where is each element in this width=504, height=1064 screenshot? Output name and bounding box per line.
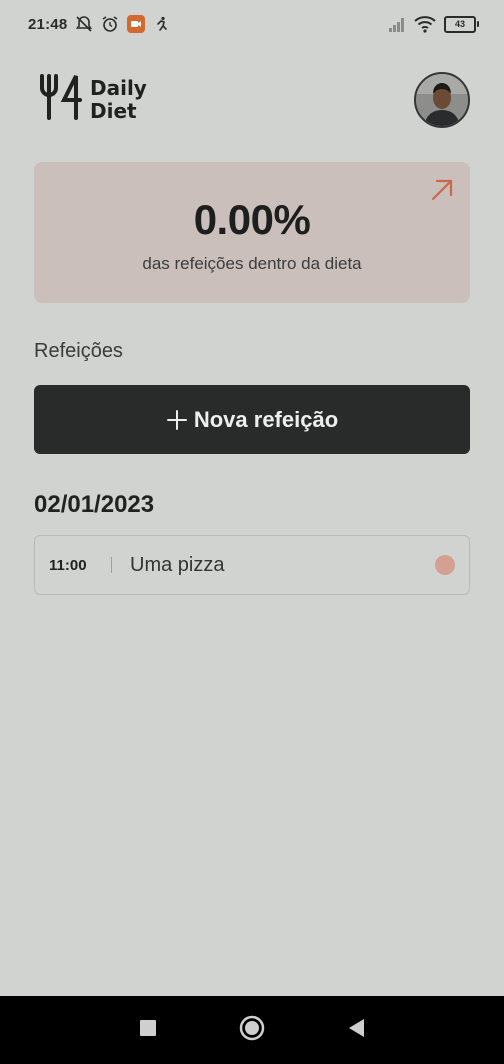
diet-stats-card[interactable]: 0.00% das refeições dentro da dieta: [34, 162, 470, 303]
meal-status-indicator: [435, 555, 455, 575]
run-icon: [153, 15, 171, 33]
meal-list-item[interactable]: 11:00 Uma pizza: [34, 535, 470, 595]
app-screen: 21:48 43 Daily Diet 0.00% das refeições …: [0, 0, 504, 1064]
status-left: 21:48: [28, 15, 171, 33]
system-nav-bar: [0, 996, 504, 1064]
fork-knife-icon: [38, 74, 82, 125]
battery-level: 43: [454, 19, 465, 29]
home-button[interactable]: [239, 1015, 265, 1046]
new-meal-label: Nova refeição: [193, 406, 339, 432]
meals-section-title: Refeições: [34, 340, 123, 362]
meal-time: 11:00: [49, 556, 87, 574]
battery-icon: 43: [444, 15, 479, 33]
logo-line1: Daily: [90, 75, 147, 100]
diet-percentage: 0.00%: [193, 196, 311, 243]
recents-button[interactable]: [139, 1019, 157, 1042]
status-time: 21:48: [28, 15, 68, 33]
logo-line2: Diet: [90, 98, 137, 123]
wifi-icon: [414, 15, 436, 33]
arrow-up-right-icon[interactable]: [428, 176, 456, 204]
diet-percentage-caption: das refeições dentro da dieta: [142, 254, 362, 273]
logo-text: Daily Diet: [90, 75, 147, 123]
app-logo: Daily Diet: [38, 74, 147, 125]
meal-name: Uma pizza: [130, 553, 225, 576]
user-avatar[interactable]: [414, 72, 470, 128]
video-app-icon: [127, 15, 146, 33]
status-bar: 21:48 43: [0, 0, 504, 48]
status-right: 43: [388, 15, 479, 33]
meal-divider: [111, 557, 112, 573]
notifications-off-icon: [75, 15, 93, 33]
plus-icon: [166, 409, 188, 431]
alarm-icon: [101, 15, 119, 33]
signal-icon: [388, 15, 406, 33]
meal-date-heading: 02/01/2023: [34, 491, 155, 518]
new-meal-button[interactable]: Nova refeição: [34, 385, 470, 454]
back-button[interactable]: [347, 1018, 365, 1043]
